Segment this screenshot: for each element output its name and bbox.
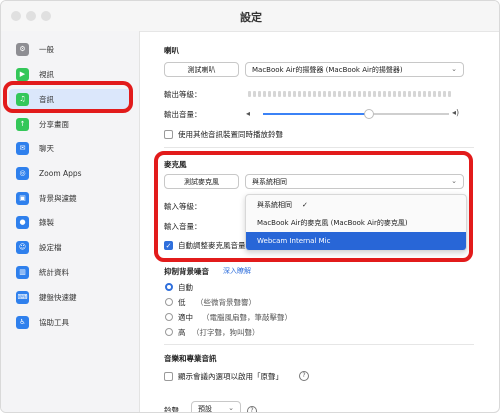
sidebar-item-label: 聊天	[39, 143, 54, 153]
noise-option-hint: （電腦風扇聲，筆敲擊聲）	[202, 313, 292, 322]
sidebar-item-profile[interactable]: ☺ 設定檔	[9, 237, 133, 257]
output-volume-fill	[263, 113, 370, 115]
audio-highlight-outline	[3, 81, 133, 113]
sidebar-item-label: 分享畫面	[39, 119, 69, 129]
noise-suppression-label: 抑制背景噪音	[164, 267, 209, 276]
chat-icon: ✉	[16, 141, 29, 155]
output-volume-knob[interactable]	[364, 109, 375, 119]
sidebar-item-keyboard-shortcuts[interactable]: ⌨ 鍵盤快速鍵	[9, 287, 133, 307]
sidebar-item-label: 統計資料	[39, 267, 69, 277]
sidebar-item-label: Zoom Apps	[39, 168, 82, 178]
sidebar-item-label: 一般	[39, 44, 54, 54]
help-icon[interactable]: ?	[247, 406, 257, 412]
ringtone-label: 鈴聲	[164, 406, 179, 413]
help-icon[interactable]: ?	[299, 371, 309, 381]
noise-option-label: 低	[178, 298, 186, 307]
chevron-down-icon: ⌄	[451, 65, 457, 73]
record-icon: ●	[16, 215, 29, 229]
sidebar-item-background[interactable]: ▣ 背景與濾鏡	[9, 188, 133, 208]
separate-ringtone-device-checkbox[interactable]	[164, 130, 173, 139]
video-icon: ▶	[16, 67, 29, 81]
original-sound-checkbox[interactable]	[164, 372, 173, 381]
sidebar-item-zoom-apps[interactable]: ◎ Zoom Apps	[9, 163, 133, 183]
sidebar-item-statistics[interactable]: ▥ 統計資料	[9, 262, 133, 282]
window-title: 設定	[240, 11, 262, 24]
output-level-label: 輸出等級：	[164, 90, 202, 99]
sidebar-item-chat[interactable]: ✉ 聊天	[9, 138, 133, 158]
volume-low-icon: ◂	[246, 109, 251, 118]
sidebar-item-accessibility[interactable]: ♿ 協助工具	[9, 312, 133, 332]
sidebar-item-label: 協助工具	[39, 317, 69, 327]
test-speaker-button[interactable]: 測試喇叭	[164, 62, 239, 77]
sidebar-item-label: 設定檔	[39, 242, 62, 252]
share-screen-icon: ↑	[16, 117, 29, 131]
apps-icon: ◎	[16, 166, 29, 180]
separate-ringtone-device-label: 使用其他音訊裝置同時播放鈴聲	[178, 130, 283, 139]
chevron-down-icon: ⌄	[228, 404, 234, 412]
noise-option-hint: （打字聲，狗叫聲）	[192, 328, 260, 337]
speaker-device-select[interactable]: MacBook Air的揚聲器 (MacBook Air的揚聲器) ⌄	[245, 62, 464, 77]
background-icon: ▣	[16, 191, 29, 205]
noise-option-label: 高	[178, 328, 186, 337]
sidebar-item-label: 錄製	[39, 217, 54, 227]
sidebar-item-label: 視訊	[39, 69, 54, 79]
original-sound-label: 顯示會議內選項以啟用「原聲」	[178, 372, 283, 381]
sidebar-item-share-screen[interactable]: ↑ 分享畫面	[9, 114, 133, 134]
output-volume-label: 輸出音量：	[164, 110, 202, 119]
speaker-section-label: 喇叭	[164, 46, 179, 55]
sidebar-item-label: 背景與濾鏡	[39, 193, 77, 203]
sidebar-item-general[interactable]: ⚙ 一般	[9, 39, 133, 59]
gear-icon: ⚙	[16, 42, 29, 56]
output-level-meter	[248, 91, 451, 97]
noise-radio-high[interactable]	[165, 328, 173, 336]
output-volume-slider[interactable]	[263, 113, 449, 115]
noise-radio-low[interactable]	[165, 298, 173, 306]
ringtone-select[interactable]: 預設 ⌄	[191, 401, 241, 413]
learn-more-link[interactable]: 深入瞭解	[223, 266, 251, 276]
accessibility-icon: ♿	[16, 315, 29, 329]
section-divider	[164, 147, 474, 148]
noise-option-label: 適中	[178, 313, 193, 322]
music-section-label: 音樂和專業音訊	[164, 354, 217, 363]
sidebar-item-label: 鍵盤快速鍵	[39, 292, 77, 302]
settings-window: 設定 ⚙ 一般 ▶ 視訊 ♫ 音訊 ↑ 分享畫面 ✉ 聊天 ◎ Zoom App…	[0, 0, 500, 413]
keyboard-icon: ⌨	[16, 290, 29, 304]
noise-option-hint: （些微背景聲響）	[196, 298, 256, 307]
noise-option-label: 自動	[178, 283, 193, 292]
microphone-highlight-outline	[154, 151, 473, 262]
speaker-device-value: MacBook Air的揚聲器 (MacBook Air的揚聲器)	[252, 65, 403, 74]
volume-high-icon: ◂)	[452, 108, 460, 117]
section-divider	[164, 344, 474, 345]
ringtone-value: 預設	[198, 404, 212, 413]
noise-radio-medium[interactable]	[165, 313, 173, 321]
noise-radio-auto[interactable]	[165, 283, 173, 291]
profile-icon: ☺	[16, 240, 29, 254]
stats-icon: ▥	[16, 265, 29, 279]
sidebar-item-recording[interactable]: ● 錄製	[9, 212, 133, 232]
title-bar: 設定	[1, 1, 499, 32]
